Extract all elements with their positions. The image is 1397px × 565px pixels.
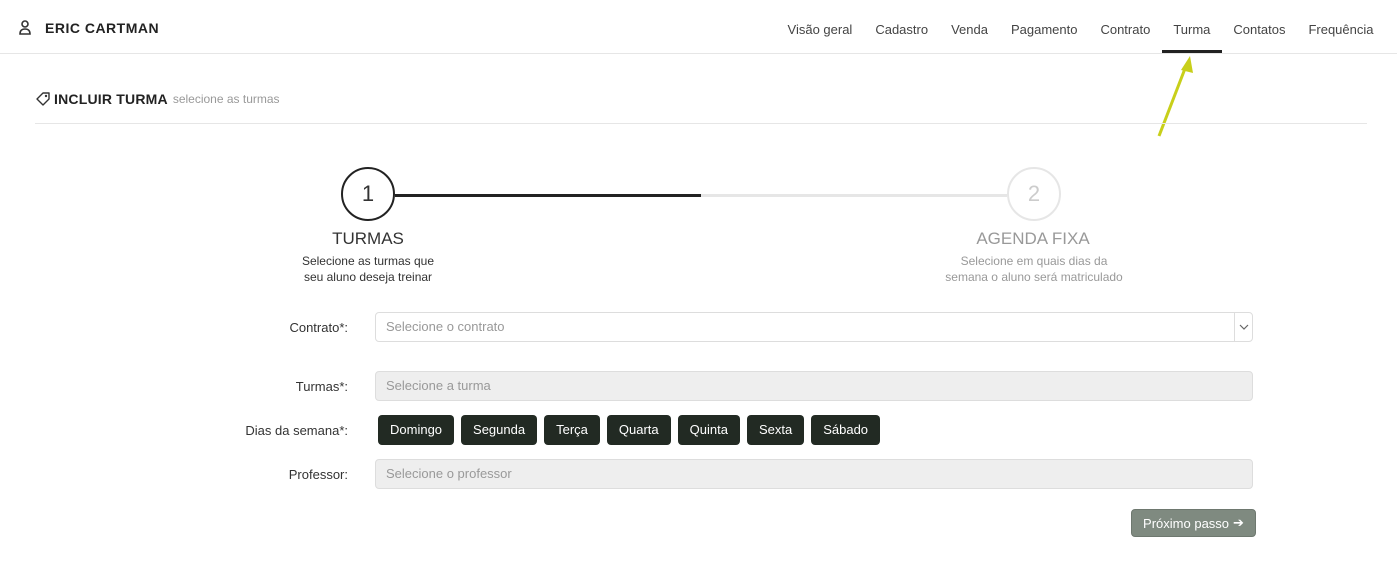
day-quinta-button[interactable]: Quinta — [677, 415, 740, 445]
tab-contrato[interactable]: Contrato — [1089, 0, 1162, 53]
divider — [35, 123, 1367, 124]
contrato-label: Contrato*: — [289, 320, 348, 335]
turmas-placeholder: Selecione a turma — [386, 378, 491, 393]
step-2-description: Selecione em quais dias da semana o alun… — [934, 253, 1134, 285]
day-segunda-button[interactable]: Segunda — [461, 415, 538, 445]
step-1-title: TURMAS — [332, 229, 404, 248]
step-2-desc-line2: semana o aluno será matriculado — [945, 270, 1123, 284]
step-1-circle: 1 — [341, 167, 395, 221]
step-2-desc-line1: Selecione em quais dias da — [960, 254, 1108, 268]
turmas-select[interactable]: Selecione a turma — [375, 371, 1253, 401]
tab-contatos[interactable]: Contatos — [1222, 0, 1297, 53]
tab-visao-geral[interactable]: Visão geral — [776, 0, 864, 53]
step-1-description: Selecione as turmas que seu aluno deseja… — [288, 253, 448, 285]
section-heading: INCLUIR TURMA — [54, 91, 168, 107]
day-terca-button[interactable]: Terça — [544, 415, 600, 445]
user-header: ERIC CARTMAN — [18, 20, 159, 36]
professor-placeholder: Selecione o professor — [386, 466, 512, 481]
day-domingo-button[interactable]: Domingo — [378, 415, 455, 445]
section-subtitle: selecione as turmas — [172, 92, 280, 106]
step-1-desc-line2: seu aluno deseja treinar — [303, 270, 433, 284]
tab-turma[interactable]: Turma — [1161, 0, 1222, 53]
dias-label: Dias da semana*: — [245, 423, 348, 438]
step-2-title: AGENDA FIXA — [976, 229, 1090, 248]
day-sexta-button[interactable]: Sexta — [746, 415, 805, 445]
user-name: ERIC CARTMAN — [45, 20, 160, 36]
turmas-label: Turmas*: — [295, 379, 348, 394]
tab-cadastro[interactable]: Cadastro — [864, 0, 940, 53]
step-progress-line-done — [395, 194, 701, 197]
chevron-down-icon[interactable] — [1234, 313, 1252, 341]
step-2-circle: 2 — [1007, 167, 1061, 221]
step-progress-line-pending — [701, 194, 1007, 197]
tab-pagamento[interactable]: Pagamento — [999, 0, 1089, 53]
weekday-buttons: Domingo Segunda Terça Quarta Quinta Sext… — [378, 415, 887, 445]
day-sabado-button[interactable]: Sábado — [811, 415, 881, 445]
arrow-right-icon: ➔ — [1233, 515, 1244, 530]
professor-label: Professor: — [288, 467, 348, 482]
contrato-placeholder: Selecione o contrato — [386, 319, 505, 334]
nav-tabs: Visão geral Cadastro Venda Pagamento Con… — [776, 0, 1385, 54]
next-step-button[interactable]: Próximo passo ➔ — [1131, 509, 1256, 537]
tab-frequencia[interactable]: Frequência — [1297, 0, 1385, 53]
professor-select[interactable]: Selecione o professor — [375, 459, 1253, 489]
step-1-desc-line1: Selecione as turmas que — [301, 254, 435, 268]
tab-venda[interactable]: Venda — [940, 0, 1000, 53]
next-step-label: Próximo passo — [1143, 515, 1230, 531]
contrato-select[interactable]: Selecione o contrato — [375, 312, 1253, 342]
tag-icon — [36, 92, 50, 106]
section-title: INCLUIR TURMA selecione as turmas — [35, 91, 280, 107]
top-bar: ERIC CARTMAN Visão geral Cadastro Venda … — [0, 0, 1397, 54]
user-icon — [19, 20, 31, 35]
day-quarta-button[interactable]: Quarta — [606, 415, 671, 445]
